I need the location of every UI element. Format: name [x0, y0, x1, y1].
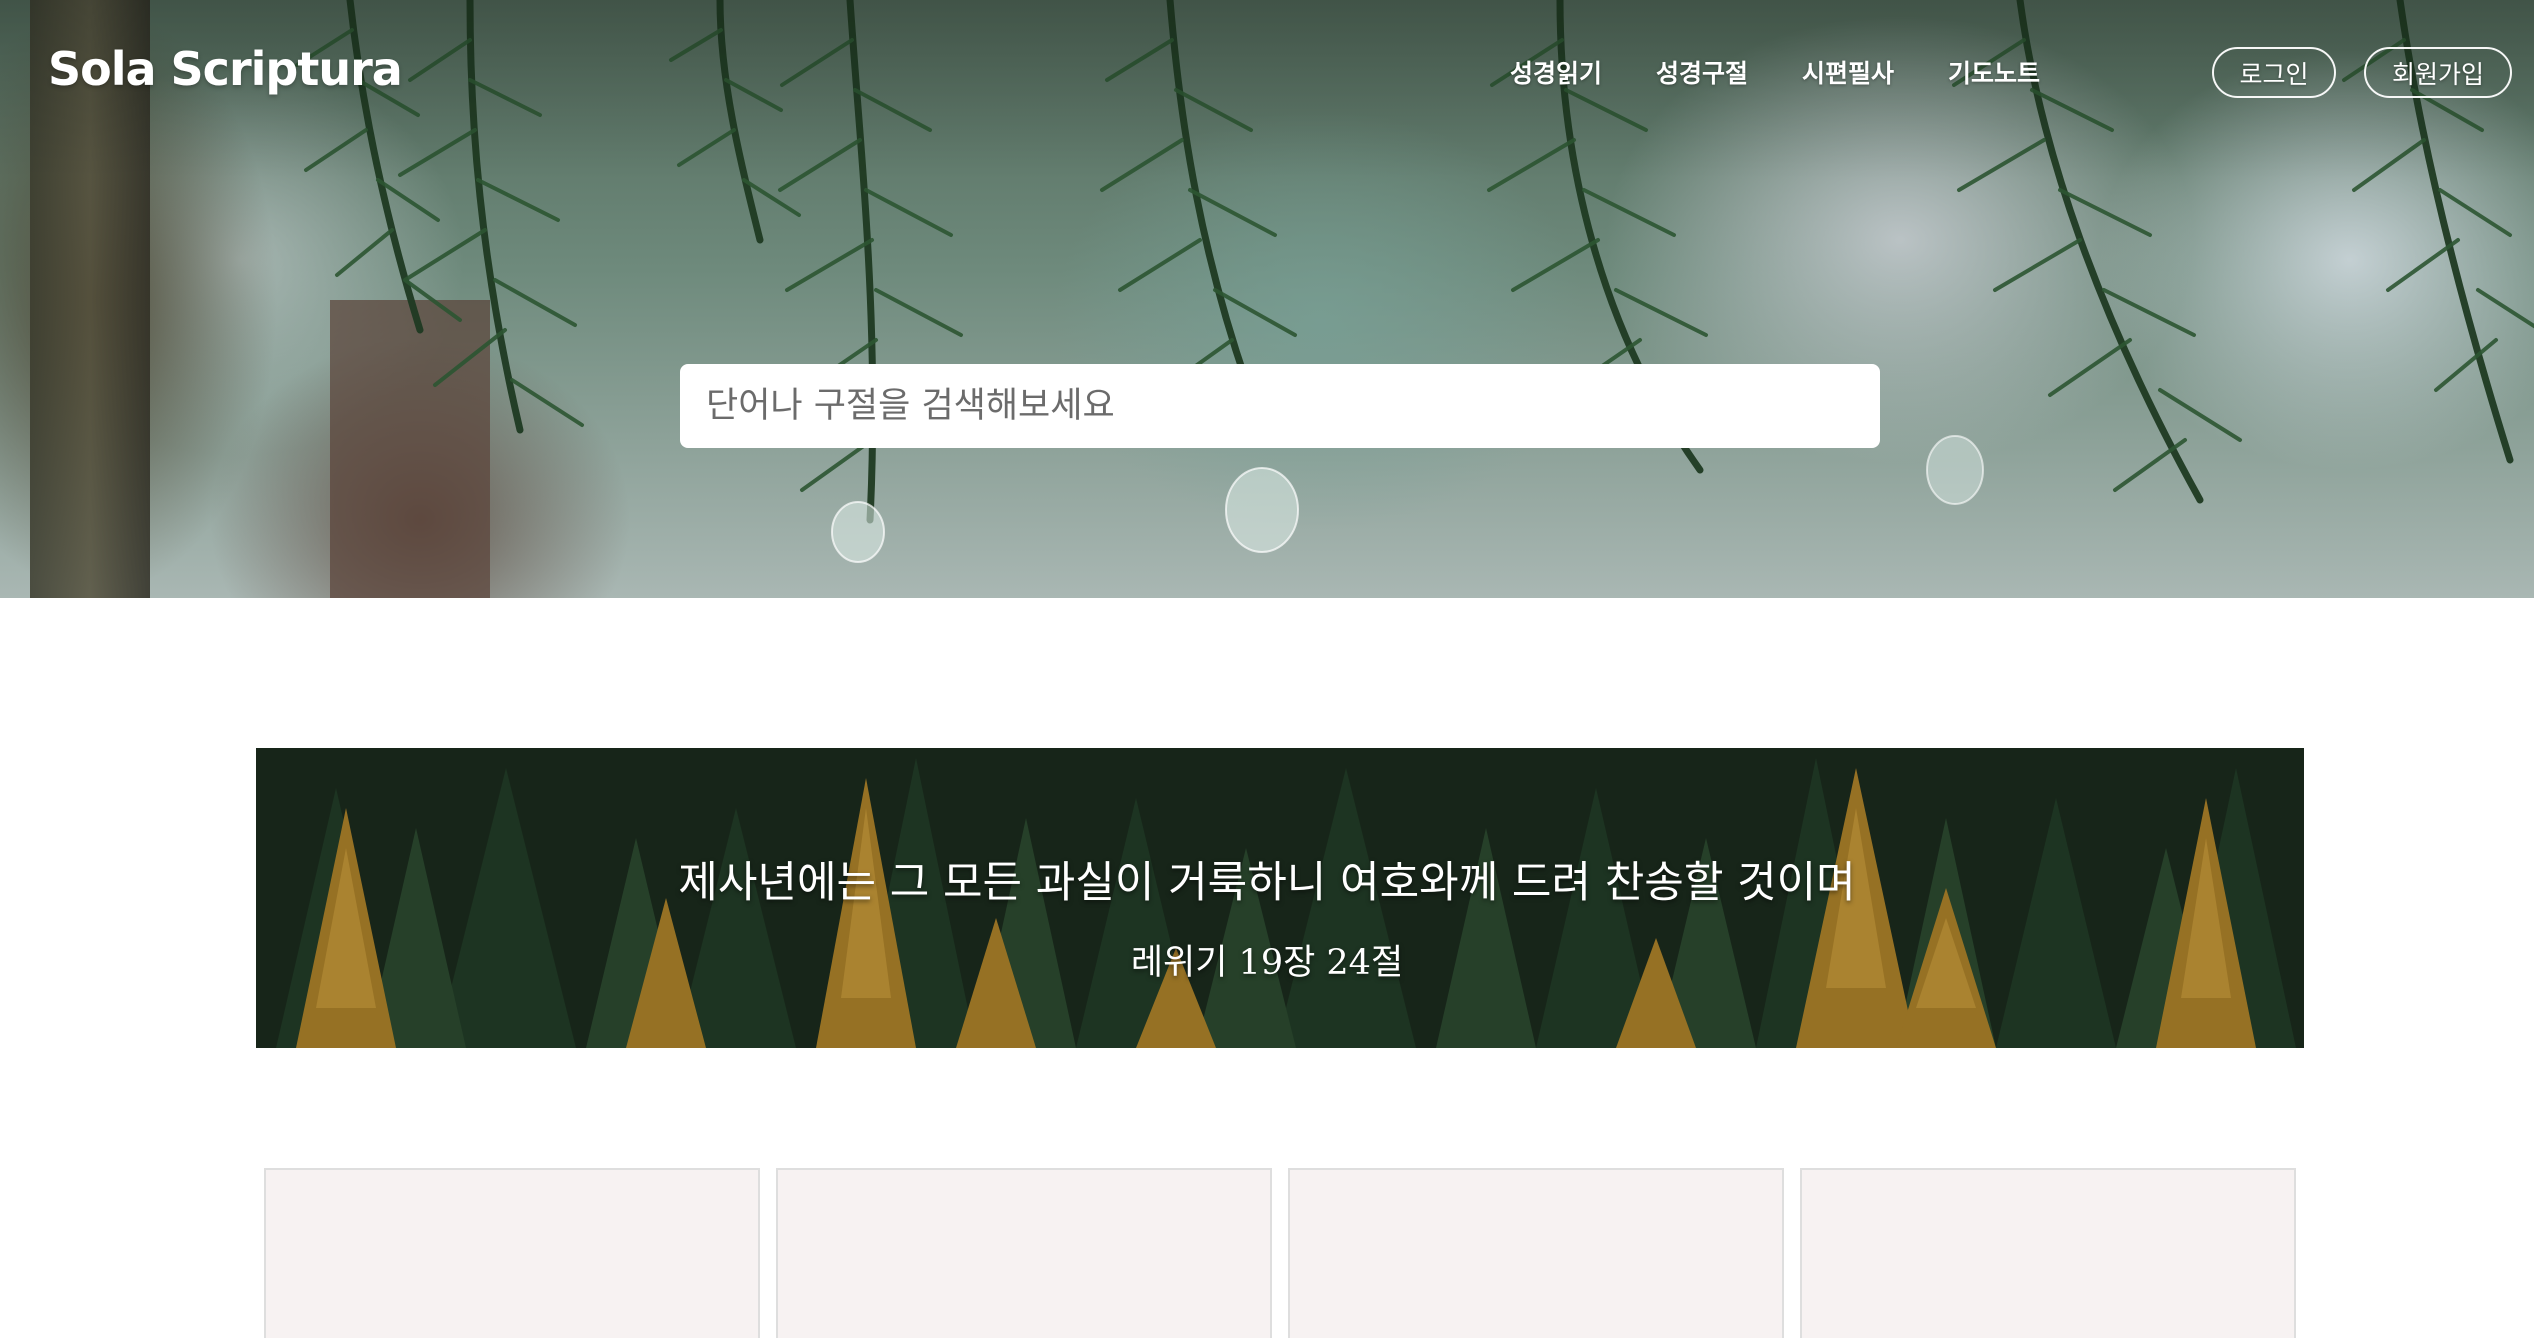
main-nav: 성경읽기 성경구절 시편필사 기도노트: [1510, 54, 2094, 90]
verse-text: 제사년에는 그 모든 과실이 거룩하니 여호와께 드려 찬송할 것이며: [678, 858, 1856, 908]
content-card[interactable]: [1288, 1168, 1784, 1338]
content-card[interactable]: [1800, 1168, 2296, 1338]
login-button[interactable]: 로그인: [2212, 47, 2336, 98]
nav-item-psalm-transcription[interactable]: 시편필사: [1802, 54, 1894, 90]
verse-reference: 레위기 19장 24절: [1130, 943, 1404, 983]
content-card[interactable]: [776, 1168, 1272, 1338]
content-card[interactable]: [264, 1168, 760, 1338]
nav-item-prayer-notes[interactable]: 기도노트: [1948, 54, 2040, 90]
nav-item-bible-reading[interactable]: 성경읽기: [1510, 54, 1602, 90]
search-box: [680, 364, 1880, 448]
nav-item-bible-verses[interactable]: 성경구절: [1656, 54, 1748, 90]
site-logo[interactable]: Sola Scriptura: [48, 42, 403, 96]
search-input[interactable]: [704, 385, 1880, 427]
signup-button[interactable]: 회원가입: [2364, 47, 2512, 98]
